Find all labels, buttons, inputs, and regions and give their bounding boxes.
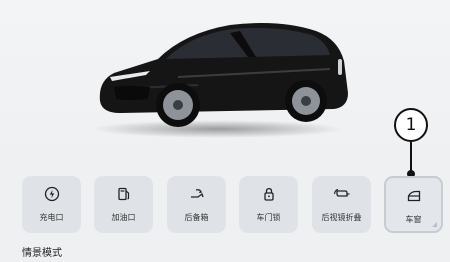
charging-port-button[interactable]: 充电口	[22, 176, 81, 233]
car-image	[99, 23, 349, 127]
tile-label: 加油口	[111, 213, 136, 222]
callout-marker: 1	[394, 108, 428, 142]
mirror-fold-icon	[312, 186, 371, 202]
window-icon	[386, 188, 441, 204]
tile-label: 后备箱	[184, 213, 209, 222]
tile-label: 后视镜折叠	[321, 213, 362, 222]
vehicle-display	[0, 0, 450, 170]
door-lock-button[interactable]: 车门锁	[239, 176, 298, 233]
fuel-port-button[interactable]: 加油口	[94, 176, 153, 233]
trunk-icon	[167, 186, 226, 202]
lock-icon	[239, 186, 298, 202]
section-title: 情景模式	[22, 248, 62, 259]
fuel-pump-icon	[94, 186, 153, 202]
trunk-button[interactable]: 后备箱	[167, 176, 226, 233]
callout-leader-line	[410, 142, 412, 172]
tile-label: 充电口	[39, 213, 64, 222]
expand-corner-icon	[432, 222, 437, 227]
quick-controls: 充电口 加油口 后备箱 车门锁 后视镜折叠 车窗	[22, 176, 443, 234]
mirror-fold-button[interactable]: 后视镜折叠	[312, 176, 371, 233]
window-button[interactable]: 车窗	[384, 176, 443, 233]
tile-label: 车门锁	[256, 213, 281, 222]
power-icon	[22, 186, 81, 202]
